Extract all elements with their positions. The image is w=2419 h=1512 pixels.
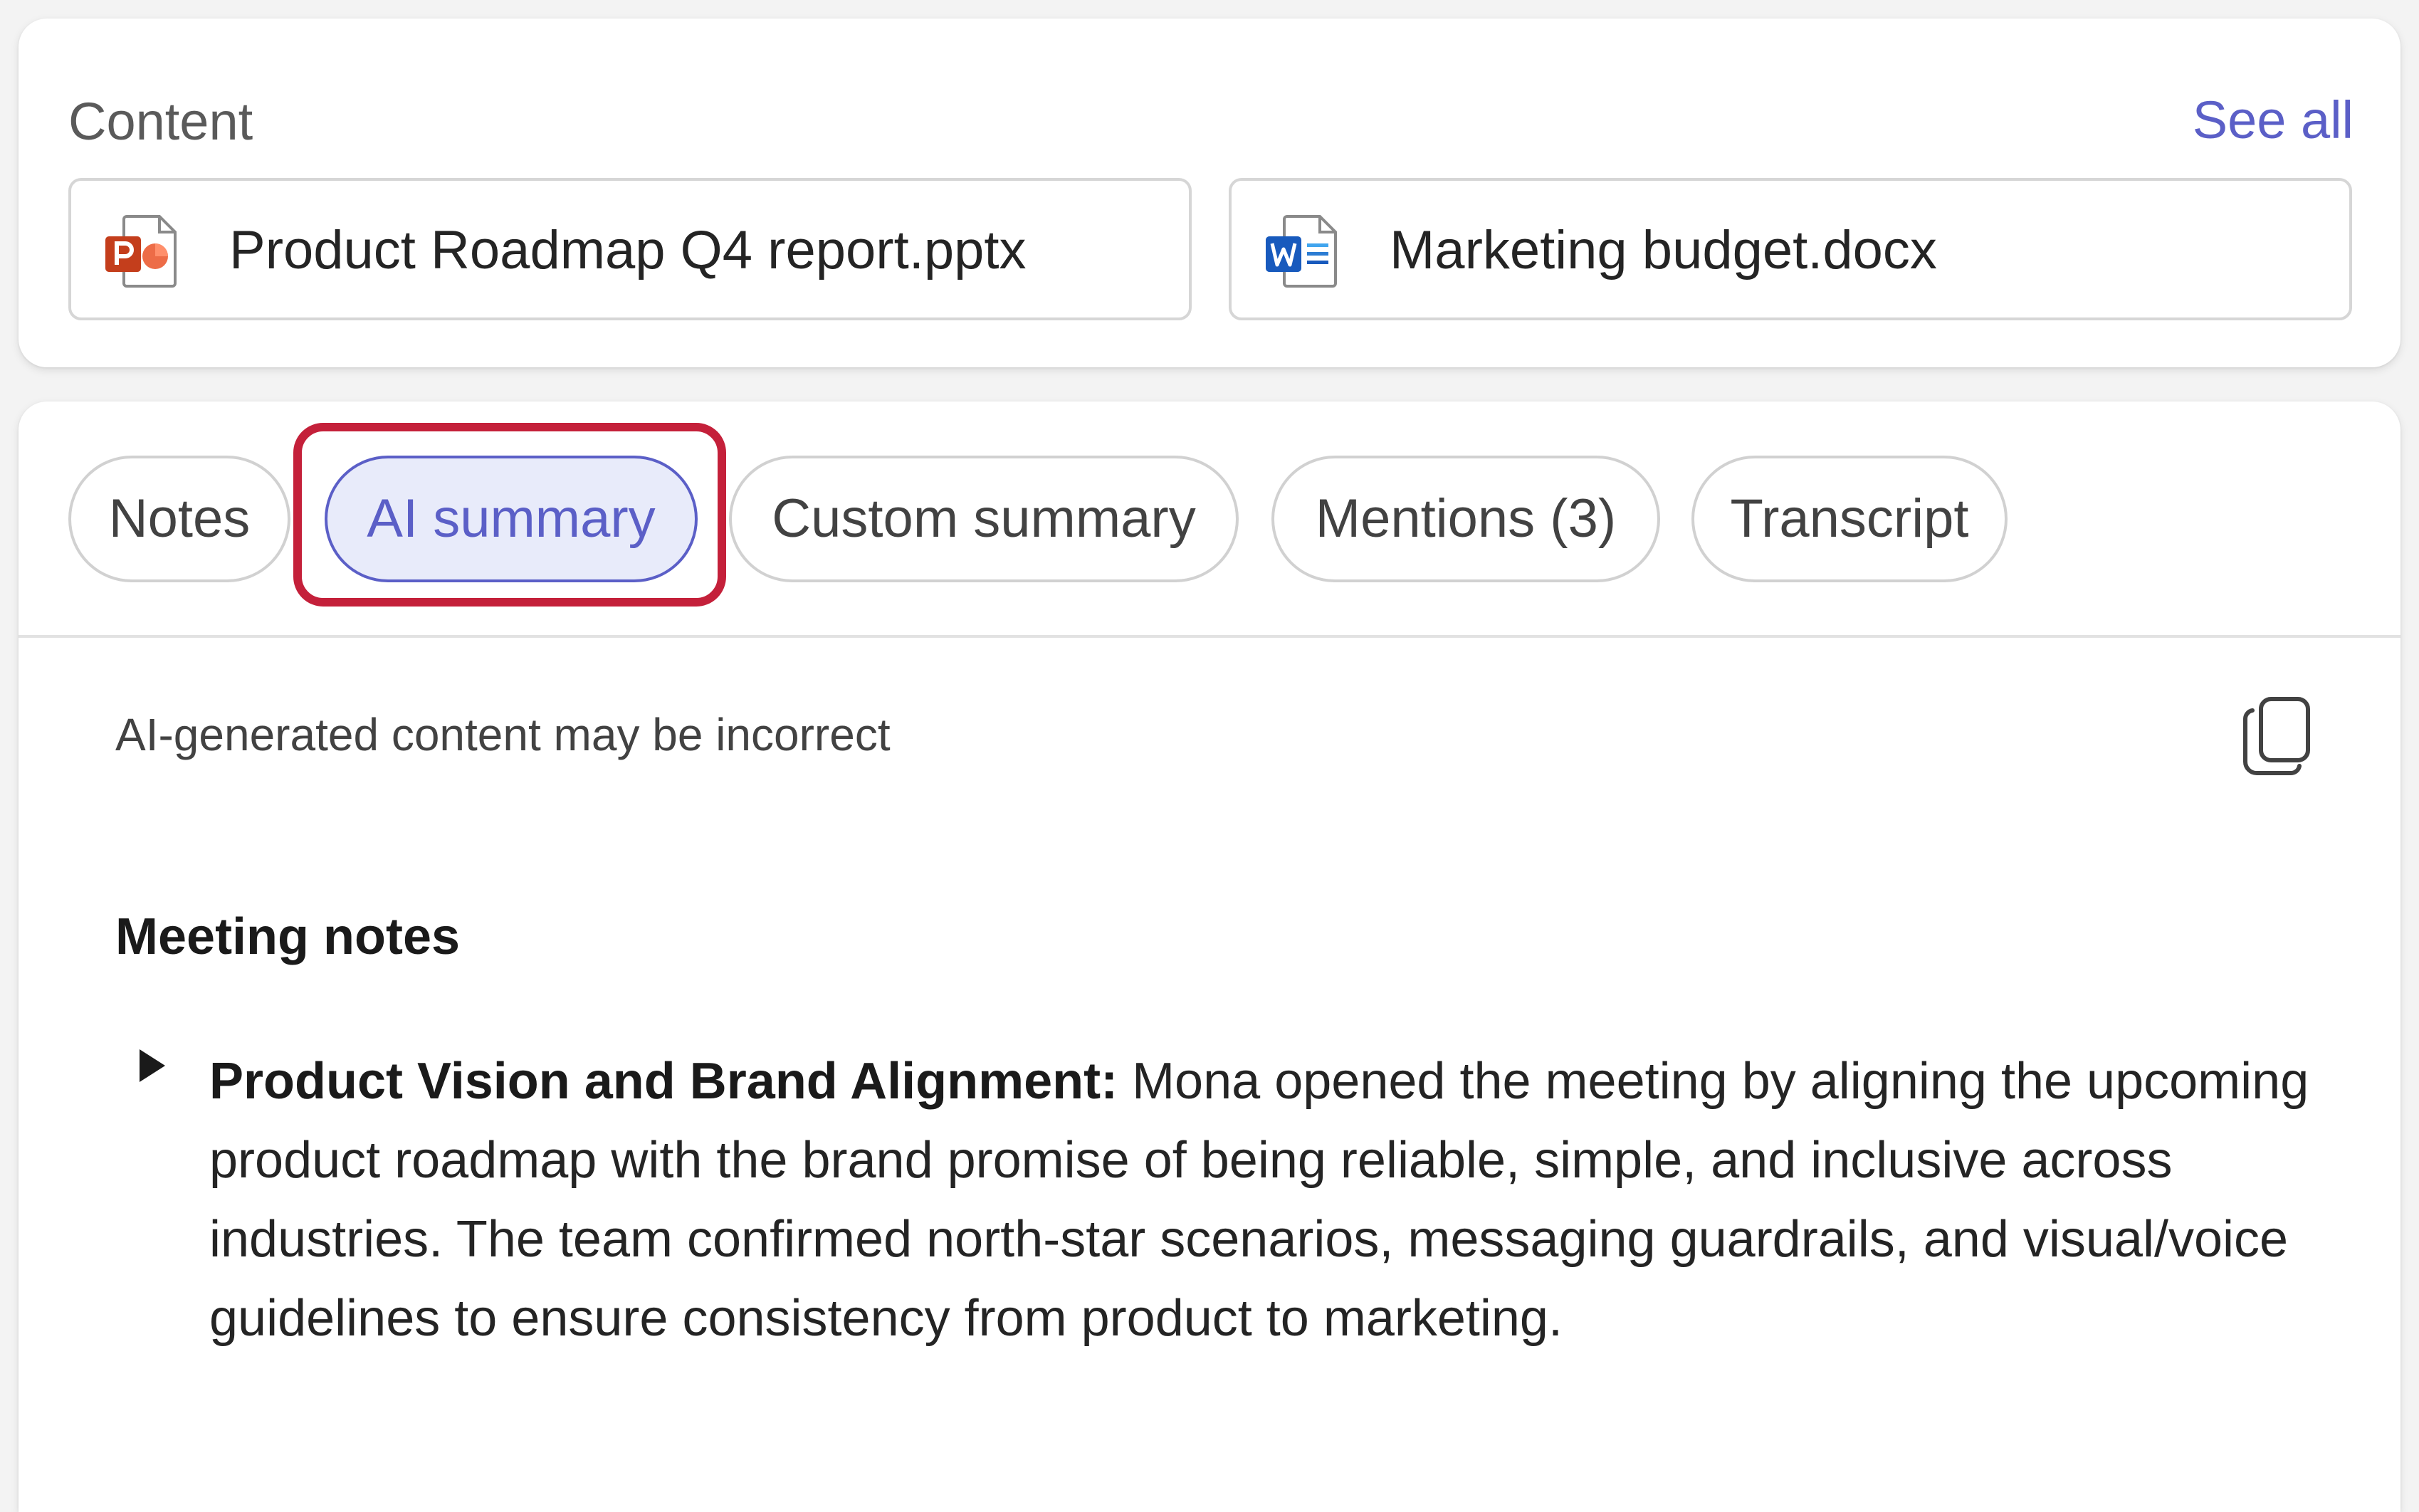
- powerpoint-file-icon: [105, 215, 177, 288]
- expand-triangle-icon[interactable]: [135, 1046, 169, 1085]
- summary-item: Product Vision and Brand Alignment: Mona…: [209, 1042, 2338, 1358]
- tab-ai-summary[interactable]: AI summary: [325, 456, 698, 582]
- file-name: Product Roadmap Q4 report.pptx: [229, 220, 1027, 280]
- tab-mentions[interactable]: Mentions (3): [1271, 456, 1660, 582]
- tab-bar: Notes AI summary Custom summary Mentions…: [19, 401, 2400, 638]
- meeting-notes-title: Meeting notes: [115, 908, 461, 965]
- summary-card: Notes AI summary Custom summary Mentions…: [19, 401, 2400, 1512]
- see-all-link[interactable]: See all: [2193, 94, 2354, 147]
- file-tile-docx[interactable]: Marketing budget.docx: [1229, 178, 2352, 320]
- tab-custom-summary[interactable]: Custom summary: [729, 456, 1239, 582]
- file-tile-pptx[interactable]: Product Roadmap Q4 report.pptx: [68, 178, 1192, 320]
- file-name: Marketing budget.docx: [1390, 220, 1937, 280]
- tab-transcript[interactable]: Transcript: [1691, 456, 2008, 582]
- copy-icon[interactable]: [2240, 693, 2318, 779]
- content-title: Content: [68, 92, 253, 151]
- content-card: Content See all Product Roadmap Q4 repor…: [19, 19, 2400, 367]
- ai-disclaimer: AI-generated content may be incorrect: [115, 709, 891, 760]
- summary-item-heading: Product Vision and Brand Alignment:: [209, 1053, 1118, 1110]
- tab-notes[interactable]: Notes: [68, 456, 290, 582]
- word-file-icon: [1266, 215, 1337, 288]
